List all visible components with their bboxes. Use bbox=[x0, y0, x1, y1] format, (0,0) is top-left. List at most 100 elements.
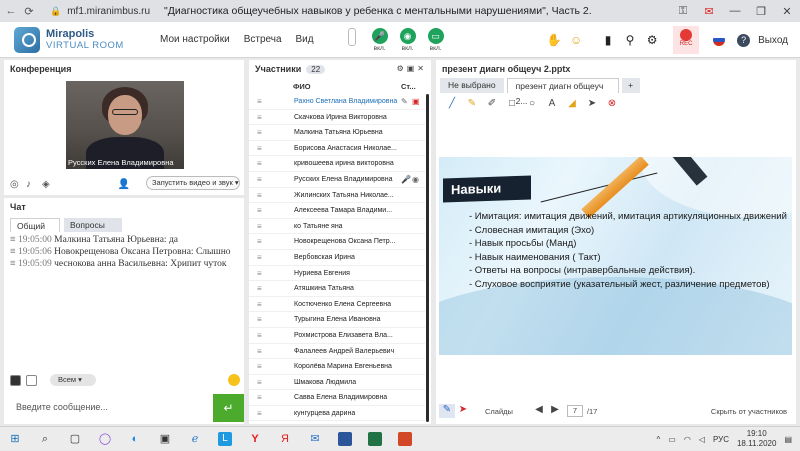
drag-handle-icon[interactable]: ≡ bbox=[257, 297, 262, 313]
stats-icon[interactable]: ▮ bbox=[597, 33, 619, 47]
excel-icon[interactable] bbox=[360, 427, 390, 451]
drag-handle-icon[interactable]: ≡ bbox=[257, 250, 262, 266]
app-l-icon[interactable]: L bbox=[210, 427, 240, 451]
drag-handle-icon[interactable]: ≡ bbox=[257, 344, 262, 360]
mic-settings-icon[interactable]: ♪ bbox=[26, 179, 42, 190]
participant-row[interactable]: ≡ Жилинских Татьяна Николае... bbox=[249, 188, 425, 204]
participant-row[interactable]: ≡ Вербовская Ирина bbox=[249, 250, 425, 266]
participant-row[interactable]: ≡ Королёва Марина Евгеньевна bbox=[249, 359, 425, 375]
participant-row[interactable]: ≡ Нуриева Евгения bbox=[249, 266, 425, 282]
participant-row[interactable]: ≡ Новокрещенова Оксана Петр... bbox=[249, 234, 425, 250]
drag-handle-icon[interactable]: ≡ bbox=[257, 328, 262, 344]
mail-icon[interactable]: ✉ bbox=[300, 427, 330, 451]
participant-row[interactable]: ≡ кривошеева ирина викторовна bbox=[249, 156, 425, 172]
start-video-dropdown[interactable]: Запустить видео и звук ▾ bbox=[146, 176, 240, 190]
screen-share-toggle[interactable]: ▭ вкл. bbox=[424, 27, 448, 52]
drag-handle-icon[interactable]: ≡ bbox=[257, 359, 262, 375]
word-icon[interactable] bbox=[330, 427, 360, 451]
maximize-icon[interactable]: ❐ bbox=[748, 5, 774, 18]
settings-icon[interactable]: ⚙ bbox=[397, 64, 407, 73]
record-button[interactable]: REC bbox=[673, 26, 700, 54]
participant-row[interactable]: ≡ Савва Елена Владимировна bbox=[249, 390, 425, 406]
prev-slide-icon[interactable]: ◀ bbox=[531, 404, 547, 418]
pointer-mode-icon[interactable]: ➤ bbox=[455, 404, 471, 418]
yandex-browser-icon[interactable]: Y bbox=[240, 427, 270, 451]
participant-row[interactable]: ≡ Малкина Татьяна Юрьевна bbox=[249, 125, 425, 141]
marker-icon[interactable]: ✎ bbox=[462, 98, 482, 109]
drag-handle-icon[interactable]: ≡ bbox=[257, 172, 262, 188]
notifications-icon[interactable]: ▤ bbox=[784, 435, 792, 444]
drag-handle-icon[interactable]: ≡ bbox=[257, 266, 262, 282]
clear-icon[interactable]: ⊗ bbox=[602, 98, 622, 109]
drag-handle-icon[interactable]: ≡ bbox=[257, 406, 262, 422]
key-icon[interactable]: ⚿ bbox=[670, 5, 696, 18]
tab-presentation[interactable]: презент диагн общеуч 2... bbox=[506, 78, 619, 106]
ellipse-icon[interactable]: ○ bbox=[522, 98, 542, 109]
store-icon[interactable]: ▣ bbox=[150, 427, 180, 451]
help-icon[interactable]: ? bbox=[737, 33, 751, 47]
speaker-settings-icon[interactable]: ◈ bbox=[42, 179, 58, 190]
microphone-toggle[interactable]: 🎤 вкл. bbox=[368, 27, 392, 52]
drag-handle-icon[interactable]: ≡ bbox=[257, 375, 262, 391]
close-icon[interactable]: ✕ bbox=[774, 5, 800, 18]
participant-row[interactable]: ≡ Атяшкина Татьяна bbox=[249, 281, 425, 297]
bg-color-button[interactable] bbox=[26, 374, 37, 386]
drag-handle-icon[interactable]: ≡ bbox=[257, 125, 262, 141]
slides-label[interactable]: Слайды bbox=[485, 407, 513, 416]
tab-general[interactable]: Общий bbox=[10, 218, 60, 232]
participants-scrollbar[interactable] bbox=[426, 94, 429, 422]
raise-hand-icon[interactable]: ✋ bbox=[543, 33, 565, 47]
participant-row[interactable]: ≡ ко Татьяне яна bbox=[249, 219, 425, 235]
drag-handle-icon[interactable]: ≡ bbox=[257, 188, 262, 204]
menu-settings[interactable]: Мои настройки bbox=[160, 34, 230, 45]
lock-icon[interactable]: 🔒 bbox=[50, 6, 61, 17]
address-bar[interactable]: mf1.miranimbus.ru bbox=[67, 6, 150, 17]
drag-handle-icon[interactable]: ≡ bbox=[257, 141, 262, 157]
text-color-button[interactable] bbox=[10, 374, 21, 386]
wifi-icon[interactable]: ◠ bbox=[684, 435, 691, 444]
drag-handle-icon[interactable]: ≡ bbox=[257, 203, 262, 219]
settings-icon[interactable]: ⚙ bbox=[641, 33, 663, 47]
hide-from-participants[interactable]: Скрыть от участников bbox=[711, 407, 787, 416]
task-view-icon[interactable]: ▢ bbox=[60, 427, 90, 451]
participant-row[interactable]: ≡ Алексеева Тамара Владими... bbox=[249, 203, 425, 219]
popout-icon[interactable]: ▣ bbox=[407, 64, 418, 73]
volume-icon[interactable]: ◁ bbox=[699, 435, 705, 444]
col-status[interactable]: Ст... bbox=[401, 82, 416, 91]
recipient-select[interactable]: Всем ▾ bbox=[50, 374, 96, 386]
alice-icon[interactable]: ◯ bbox=[90, 427, 120, 451]
participant-row[interactable]: ≡ кунгурцева дарина bbox=[249, 406, 425, 422]
participant-row[interactable]: ≡ Русских Елена Владимировна 🎤 ◉ bbox=[249, 172, 425, 188]
language-indicator[interactable]: РУС bbox=[713, 435, 729, 444]
camera-settings-icon[interactable]: ◎ bbox=[10, 179, 26, 190]
drag-handle-icon[interactable]: ≡ bbox=[257, 94, 262, 110]
drag-handle-icon[interactable]: ≡ bbox=[257, 390, 262, 406]
edge-icon[interactable]: ◐ bbox=[120, 427, 150, 451]
drag-handle-icon[interactable]: ≡ bbox=[257, 156, 262, 172]
exit-button[interactable]: Выход bbox=[758, 35, 788, 46]
clock[interactable]: 19:10 18.11.2020 bbox=[737, 429, 776, 449]
brush-icon[interactable]: ✐ bbox=[482, 98, 502, 109]
notification-icon[interactable]: ✉ bbox=[696, 5, 722, 18]
highlighter-icon[interactable]: ◢ bbox=[562, 98, 582, 109]
pointer-icon[interactable]: ➤ bbox=[582, 98, 602, 109]
battery-icon[interactable]: ▭ bbox=[668, 435, 676, 444]
participant-row[interactable]: ≡ Турыгина Елена Ивановна bbox=[249, 312, 425, 328]
device-toggle-slider[interactable] bbox=[340, 27, 364, 46]
drag-handle-icon[interactable]: ≡ bbox=[257, 110, 262, 126]
language-flag-icon[interactable] bbox=[713, 34, 726, 46]
drag-handle-icon[interactable]: ≡ bbox=[257, 312, 262, 328]
draw-mode-icon[interactable]: ✎ bbox=[439, 404, 455, 418]
refresh-icon[interactable]: ⟳ bbox=[22, 5, 36, 18]
next-slide-icon[interactable]: ▶ bbox=[547, 404, 563, 418]
participant-row[interactable]: ≡ Рохмистрова Елизавета Вла... bbox=[249, 328, 425, 344]
participant-row[interactable]: ≡ Костюченко Елена Сергеевна bbox=[249, 297, 425, 313]
drag-handle-icon[interactable]: ≡ bbox=[257, 219, 262, 235]
tab-not-selected[interactable]: Не выбрано bbox=[440, 78, 504, 93]
emoji-icon[interactable]: ☺ bbox=[565, 33, 587, 47]
participant-row[interactable]: ≡ Фалалеев Андрей Валерьевич bbox=[249, 344, 425, 360]
drag-handle-icon[interactable]: ≡ bbox=[257, 234, 262, 250]
add-tab-button[interactable]: + bbox=[621, 78, 640, 93]
menu-meeting[interactable]: Встреча bbox=[244, 34, 282, 45]
tab-questions[interactable]: Вопросы bbox=[64, 218, 122, 232]
